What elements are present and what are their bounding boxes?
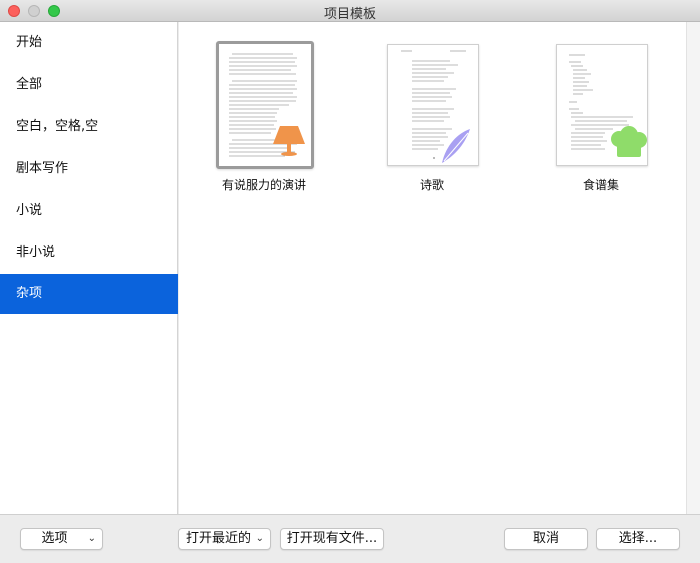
sidebar-item-blank[interactable]: 空白，空格,空: [0, 107, 178, 147]
open-existing-file-button[interactable]: 打开现有文件...: [280, 528, 384, 550]
title-bar[interactable]: 项目模板: [0, 0, 700, 22]
cancel-button[interactable]: 取消: [504, 528, 588, 550]
lamp-icon: [273, 126, 305, 156]
cancel-button-label: 取消: [532, 531, 559, 546]
document-preview: [569, 54, 647, 157]
choose-button-label: 选择...: [618, 531, 658, 546]
choose-button[interactable]: 选择...: [596, 528, 680, 550]
project-templates-window: 项目模板 开始 全部 空白，空格,空 剧本写作 小说 非小说 杂项 有说服力的演…: [0, 0, 700, 563]
bottom-toolbar: 选项 ⌄ 打开最近的 ⌄ 打开现有文件... 取消 选择...: [0, 514, 700, 563]
sidebar-item-fiction[interactable]: 小说: [0, 191, 178, 231]
sidebar-item-scriptwriting[interactable]: 剧本写作: [0, 149, 178, 189]
sidebar-item-miscellaneous[interactable]: 杂项: [0, 274, 178, 314]
chevron-down-icon: ⌄: [87, 533, 96, 544]
template-thumbnail[interactable]: [387, 44, 479, 166]
template-label: 有说服力的演讲: [221, 178, 306, 192]
options-button-label: 选项: [41, 531, 68, 546]
chevron-down-icon: ⌄: [255, 533, 264, 544]
document-preview: [229, 53, 305, 157]
sidebar-item-all[interactable]: 全部: [0, 65, 178, 105]
window-title: 项目模板: [323, 7, 376, 22]
document-preview: [401, 50, 470, 163]
open-recent-button-label: 打开最近的: [185, 531, 251, 546]
feather-quill-icon: [442, 129, 470, 163]
open-existing-file-button-label: 打开现有文件...: [286, 531, 378, 546]
options-button[interactable]: 选项 ⌄: [20, 528, 103, 550]
sidebar-item-non-fiction[interactable]: 非小说: [0, 233, 178, 273]
template-thumbnail[interactable]: [216, 41, 314, 169]
template-grid: 有说服力的演讲 诗歌 食谱集: [179, 22, 686, 514]
template-thumbnail[interactable]: [556, 44, 648, 166]
chef-hat-icon: [611, 126, 647, 157]
category-sidebar: 开始 全部 空白，空格,空 剧本写作 小说 非小说 杂项: [0, 22, 178, 514]
template-label: 食谱集: [582, 178, 619, 192]
open-recent-button[interactable]: 打开最近的 ⌄: [178, 528, 271, 550]
sidebar-item-getting-started[interactable]: 开始: [0, 23, 178, 63]
vertical-scrollbar[interactable]: [686, 22, 700, 514]
template-label: 诗歌: [419, 178, 444, 192]
